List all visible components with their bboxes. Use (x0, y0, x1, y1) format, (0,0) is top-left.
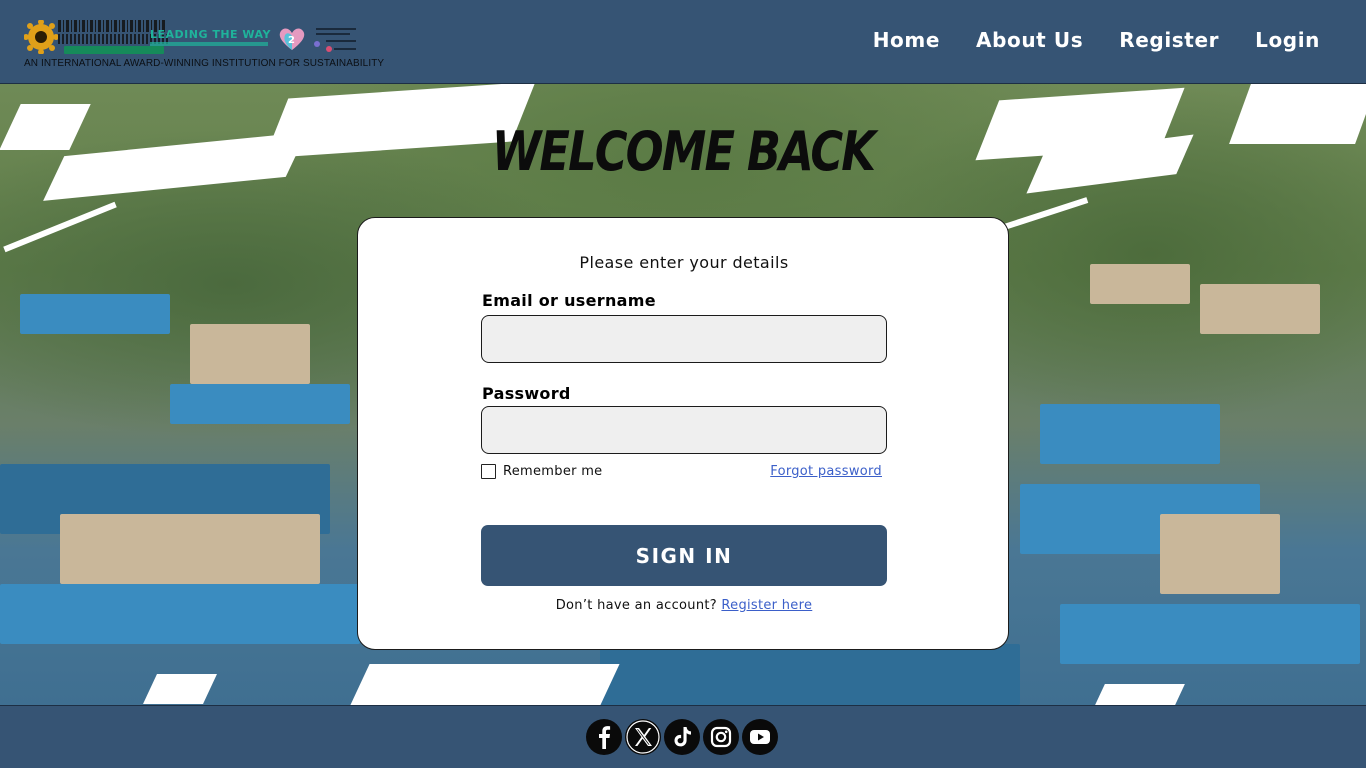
emblem-icon (24, 20, 58, 54)
x-icon[interactable] (625, 719, 661, 755)
logo-motto-bar (64, 46, 164, 54)
brush-splash (1095, 684, 1185, 705)
main-nav: Home About Us Register Login (873, 28, 1320, 52)
remember-me-checkbox[interactable] (481, 464, 496, 479)
social-links (586, 719, 778, 755)
register-prompt: Don’t have an account? Register here (358, 598, 1010, 613)
tiktok-icon[interactable] (664, 719, 700, 755)
instagram-icon[interactable] (703, 719, 739, 755)
remember-me[interactable]: Remember me (481, 464, 602, 479)
nav-home[interactable]: Home (873, 28, 940, 52)
campus-building (1090, 264, 1190, 304)
campus-building (1200, 284, 1320, 334)
top-navbar: LEADING THE WAY 2 AN INTERNATIONAL AWARD… (0, 0, 1366, 84)
nav-login[interactable]: Login (1255, 28, 1320, 52)
partner-logos (312, 24, 360, 54)
brush-splash (350, 664, 620, 705)
leading-the-way-subtext (150, 42, 268, 46)
register-prompt-text: Don’t have an account? (555, 598, 717, 613)
register-here-link[interactable]: Register here (721, 598, 812, 613)
heart-logo-icon: 2 (279, 28, 305, 50)
campus-building (1160, 514, 1280, 594)
brush-splash (143, 674, 217, 704)
campus-building (0, 584, 360, 644)
campus-building (1040, 404, 1220, 464)
campus-building (60, 514, 320, 584)
login-card: Please enter your details Email or usern… (357, 217, 1009, 650)
login-subtitle: Please enter your details (579, 253, 789, 272)
facebook-icon[interactable] (586, 719, 622, 755)
forgot-password-link[interactable]: Forgot password (770, 464, 882, 479)
campus-building (1060, 604, 1360, 664)
university-logo[interactable]: LEADING THE WAY 2 AN INTERNATIONAL AWARD… (24, 16, 384, 72)
footer (0, 705, 1366, 768)
youtube-icon[interactable] (742, 719, 778, 755)
page-title: WELCOME BACK (491, 120, 876, 183)
campus-building (170, 384, 350, 424)
campus-building (600, 644, 1020, 705)
email-label: Email or username (482, 291, 656, 310)
leading-the-way-text: LEADING THE WAY (150, 28, 271, 41)
remember-me-label: Remember me (503, 464, 603, 479)
email-field[interactable] (481, 315, 887, 363)
nav-about-us[interactable]: About Us (976, 28, 1083, 52)
password-label: Password (482, 384, 571, 403)
brush-splash (3, 201, 117, 253)
campus-building (190, 324, 310, 384)
campus-building (20, 294, 170, 334)
svg-text:2: 2 (288, 35, 295, 46)
sign-in-button[interactable]: SIGN IN (481, 525, 887, 586)
tagline: AN INTERNATIONAL AWARD-WINNING INSTITUTI… (24, 58, 385, 69)
nav-register[interactable]: Register (1119, 28, 1219, 52)
password-field[interactable] (481, 406, 887, 454)
